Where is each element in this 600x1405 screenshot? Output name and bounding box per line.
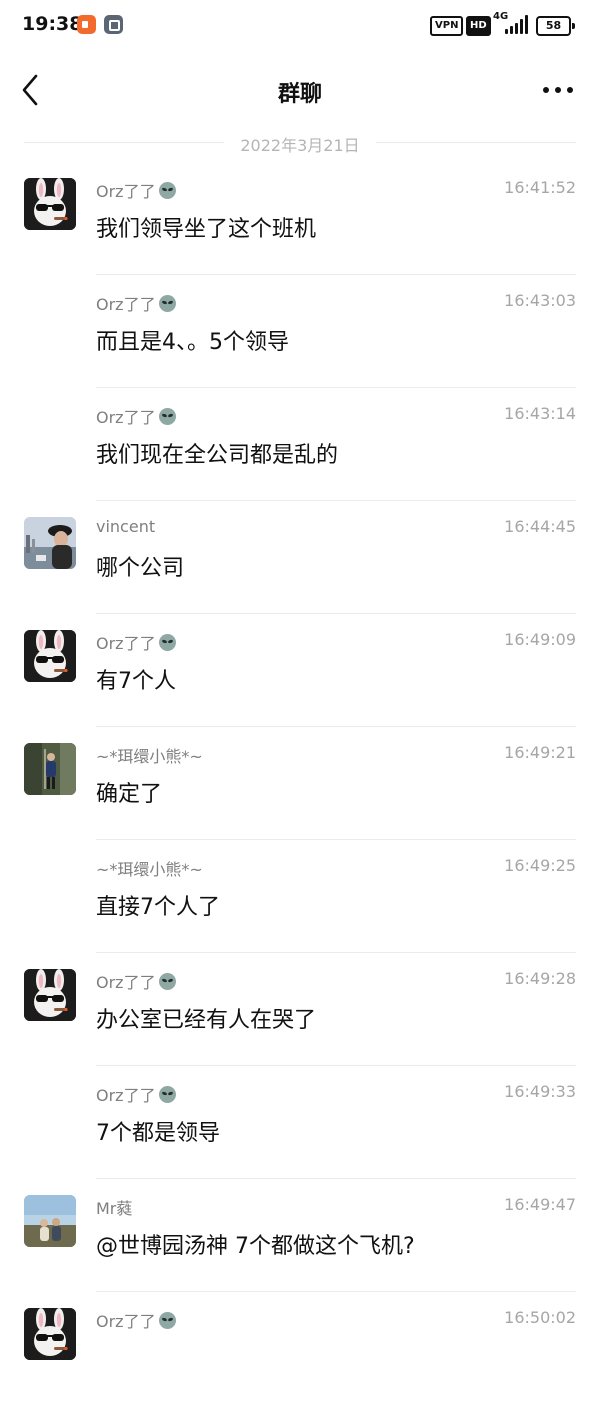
message-text: @世博园汤神 7个都做这个飞机? <box>96 1234 415 1259</box>
message-item[interactable]: ~*珥缳小熊*~ 16:49:21 确定了 <box>0 727 600 840</box>
avatar[interactable] <box>24 743 76 795</box>
sender-name: Orz了了 <box>96 404 176 428</box>
sender-name: ~*珥缳小熊*~ <box>96 743 203 767</box>
sender-name: Orz了了 <box>96 1308 176 1332</box>
message-item[interactable]: Orz了了 16:43:14 我们现在全公司都是乱的 <box>0 388 600 501</box>
sender-name: Orz了了 <box>96 178 176 202</box>
avatar[interactable] <box>24 178 76 230</box>
alien-emoji-icon <box>158 634 176 651</box>
message-item[interactable]: Orz了了 16:49:09 有7个人 <box>0 614 600 727</box>
message-text: 我们现在全公司都是乱的 <box>96 443 339 468</box>
alien-emoji-icon <box>158 973 176 990</box>
alien-emoji-icon <box>158 295 176 312</box>
alien-emoji-icon <box>158 408 176 425</box>
alien-emoji-icon <box>158 182 176 199</box>
message-item[interactable]: Orz了了 16:50:02 <box>0 1292 600 1405</box>
sender-name-text: Orz了了 <box>96 1312 156 1331</box>
message-item[interactable]: Orz了了 16:41:52 我们领导坐了这个班机 <box>0 162 600 275</box>
message-item[interactable]: Orz了了 16:49:33 7个都是领导 <box>0 1066 600 1179</box>
message-item[interactable]: Mr蕤 16:49:47 @世博园汤神 7个都做这个飞机? <box>0 1179 600 1292</box>
avatar[interactable] <box>24 630 76 682</box>
message-time: 16:49:09 <box>504 630 576 649</box>
sender-name-text: Orz了了 <box>96 408 156 427</box>
message-time: 16:49:21 <box>504 743 576 762</box>
sender-name-text: Orz了了 <box>96 1086 156 1105</box>
avatar[interactable] <box>24 1195 76 1247</box>
message-time: 16:43:03 <box>504 291 576 310</box>
message-text: 有7个人 <box>96 669 176 694</box>
message-time: 16:49:33 <box>504 1082 576 1101</box>
sender-name-text: vincent <box>96 517 156 536</box>
status-time: 19:38 <box>22 13 83 35</box>
message-time: 16:49:28 <box>504 969 576 988</box>
message-item[interactable]: ~*珥缳小熊*~ 16:49:25 直接7个人了 <box>0 840 600 953</box>
message-time: 16:43:14 <box>504 404 576 423</box>
message-text: 7个都是领导 <box>96 1121 220 1146</box>
battery-indicator: 58 <box>536 16 575 36</box>
sender-name: Orz了了 <box>96 630 176 654</box>
date-divider: 2022年3月21日 <box>24 130 576 155</box>
message-time: 16:49:25 <box>504 856 576 875</box>
sender-name-text: ~*珥缳小熊*~ <box>96 747 203 766</box>
sender-name-text: ~*珥缳小熊*~ <box>96 860 203 879</box>
message-item[interactable]: Orz了了 16:43:03 而且是4、。5个领导 <box>0 275 600 388</box>
message-text: 我们领导坐了这个班机 <box>96 217 317 242</box>
message-text: 而且是4、。5个领导 <box>96 330 289 355</box>
date-label: 2022年3月21日 <box>240 136 360 155</box>
sender-name-text: Orz了了 <box>96 973 156 992</box>
message-item[interactable]: vincent 16:44:45 哪个公司 <box>0 501 600 614</box>
chat-header: 群聊 <box>0 56 600 122</box>
message-item[interactable]: Orz了了 16:49:28 办公室已经有人在哭了 <box>0 953 600 1066</box>
sender-name-text: Orz了了 <box>96 182 156 201</box>
sender-name: Mr蕤 <box>96 1195 132 1219</box>
sender-name: Orz了了 <box>96 1082 176 1106</box>
sender-name: vincent <box>96 517 155 536</box>
alien-emoji-icon <box>158 1312 176 1329</box>
signal-icon <box>503 12 531 34</box>
avatar[interactable] <box>24 969 76 1021</box>
sender-name-text: Orz了了 <box>96 634 156 653</box>
message-time: 16:41:52 <box>504 178 576 197</box>
sender-name-text: Orz了了 <box>96 295 156 314</box>
message-text: 办公室已经有人在哭了 <box>96 1008 317 1033</box>
status-bar: 19:38 VPN HD 4G 58 <box>0 0 600 50</box>
avatar[interactable] <box>24 517 76 569</box>
more-dots-icon[interactable] <box>542 78 574 102</box>
alien-emoji-icon <box>158 1086 176 1103</box>
message-text: 哪个公司 <box>96 556 185 581</box>
avatar[interactable] <box>24 1308 76 1360</box>
message-text: 确定了 <box>96 782 163 807</box>
recorder-app-icon <box>77 15 96 34</box>
message-text: 直接7个人了 <box>96 895 220 920</box>
message-time: 16:50:02 <box>504 1308 576 1327</box>
message-time: 16:44:45 <box>504 517 576 536</box>
vpn-badge: VPN <box>430 16 464 36</box>
message-time: 16:49:47 <box>504 1195 576 1214</box>
sender-name: Orz了了 <box>96 969 176 993</box>
hd-badge: HD <box>466 16 491 36</box>
sender-name: ~*珥缳小熊*~ <box>96 856 203 880</box>
app-notification-icon <box>104 15 123 34</box>
page-title: 群聊 <box>277 82 322 107</box>
sender-name-text: Mr蕤 <box>96 1199 133 1218</box>
sender-name: Orz了了 <box>96 291 176 315</box>
